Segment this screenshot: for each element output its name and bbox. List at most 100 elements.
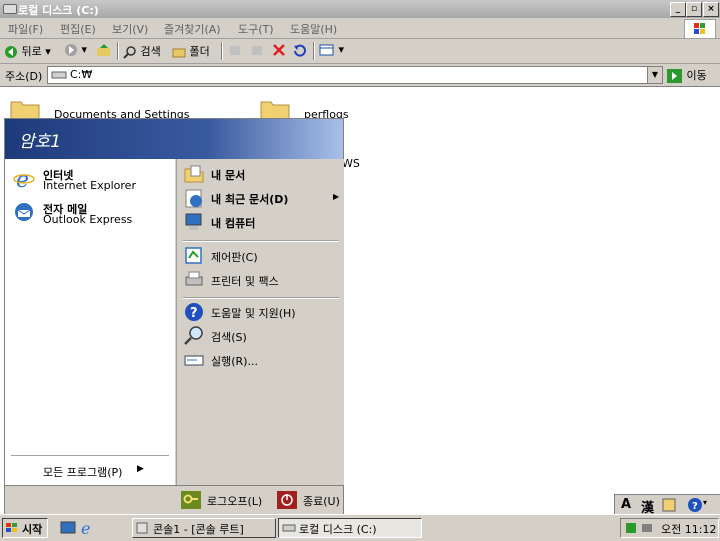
restore-button[interactable]: ▫ [686, 2, 702, 17]
toolbar: 뒤로 ▾ ▾ 검색 폴더 ▾ [0, 39, 720, 64]
up-folder-icon [97, 44, 110, 56]
search-button[interactable]: 검색 [123, 43, 161, 59]
show-desktop-icon[interactable] [60, 520, 76, 536]
start-menu-header: 암호1 [5, 119, 343, 159]
search-icon [184, 326, 203, 345]
search-label: 검색(S) [211, 331, 247, 344]
help-and-support-label: 도움말 및 지원(H) [211, 307, 296, 320]
drive-icon [282, 524, 296, 532]
address-label: 주소(D) [5, 70, 43, 83]
start-label: 시작 [22, 523, 43, 536]
task-local-disk[interactable]: 로컬 디스크 (C:) [278, 518, 422, 538]
forward-arrow-icon [65, 44, 77, 56]
language-bar-options-icon[interactable]: ▾ [703, 498, 707, 507]
menu-favorites[interactable]: 즐겨찾기(A) [164, 21, 221, 37]
user-name: 암호1 [19, 132, 62, 152]
input-mode-a[interactable]: A [621, 497, 631, 512]
menu-view[interactable]: 보기(V) [112, 21, 148, 37]
search-icon [123, 46, 136, 59]
svg-text:?: ? [190, 306, 198, 321]
help-icon: ? [185, 303, 203, 321]
up-folder-button[interactable] [96, 43, 112, 57]
svg-text:e: e [81, 520, 90, 536]
go-button[interactable]: 이동 [667, 67, 707, 83]
my-documents-icon [184, 165, 204, 183]
menu-bar: 파일(F) 편집(E) 보기(V) 즐겨찾기(A) 도구(T) 도움말(H) [0, 18, 720, 39]
windows-flag-icon [6, 523, 17, 532]
power-icon [277, 491, 297, 509]
clock[interactable]: 오전 11:12 [661, 521, 716, 537]
address-bar: 주소(D) C:₩ ▼ 이동 [0, 64, 720, 87]
task-console[interactable]: 콘솔1 - [콘솔 루트] [132, 518, 276, 538]
shutdown-label: 종료(U) [303, 495, 340, 508]
console-icon [136, 522, 148, 534]
back-arrow-icon [5, 46, 17, 58]
folder-windows-partial[interactable]: WS [342, 157, 360, 170]
folder-icon[interactable] [10, 98, 40, 120]
pinned-internet-subtitle: Internet Explorer [43, 179, 136, 192]
title-bar: 로컬 디스크 (C:) _ ▫ × [0, 0, 720, 18]
language-bar: A 漢 ? ▾ [614, 494, 720, 516]
control-panel-label: 제어판(C) [211, 251, 258, 264]
start-menu-right-panel: 내 문서 내 최근 문서(D) ▶ 내 컴퓨터 제어판(C) 프린터 및 팩스 … [176, 159, 344, 485]
svg-text:?: ? [692, 501, 698, 512]
start-button[interactable]: 시작 [2, 518, 48, 538]
security-tray-icon[interactable] [624, 521, 638, 535]
folder-icon[interactable] [260, 98, 290, 120]
ime-pad-icon[interactable] [661, 497, 677, 513]
go-arrow-icon [667, 69, 682, 83]
ie-quicklaunch-icon[interactable]: e [80, 520, 96, 536]
drive-icon [51, 71, 67, 79]
folders-icon [172, 48, 186, 58]
windows-logo-icon [684, 19, 716, 39]
svg-text:e: e [16, 168, 29, 189]
task-local-disk-label: 로컬 디스크 (C:) [299, 523, 377, 536]
forward-button[interactable]: ▾ [64, 43, 87, 57]
run-icon [184, 355, 204, 366]
search-label: 검색 [140, 45, 161, 58]
taskbar: 시작 e 콘솔1 - [콘솔 루트] 로컬 디스크 (C:) 오전 11:12 [0, 514, 720, 541]
drive-icon [3, 4, 17, 14]
run-label: 실행(R)... [211, 355, 258, 368]
logoff-label: 로그오프(L) [207, 495, 263, 508]
task-console-label: 콘솔1 - [콘솔 루트] [153, 523, 244, 536]
folders-label: 폴더 [189, 45, 210, 58]
help-icon[interactable]: ? [687, 497, 703, 513]
pinned-email-subtitle: Outlook Express [43, 213, 133, 226]
recent-documents-icon [185, 189, 202, 208]
views-icon [319, 44, 334, 56]
start-menu: 암호1 e 인터넷 Internet Explorer 전자 메일 Outloo… [4, 118, 344, 514]
window-title: 로컬 디스크 (C:) [18, 4, 99, 17]
menu-tools[interactable]: 도구(T) [238, 21, 274, 37]
menu-help[interactable]: 도움말(H) [290, 21, 337, 37]
outlook-express-icon [15, 203, 33, 221]
address-input[interactable]: C:₩ ▼ [47, 66, 663, 84]
views-button[interactable]: ▾ [319, 43, 344, 57]
close-button[interactable]: × [703, 2, 719, 17]
go-label: 이동 [686, 69, 707, 82]
my-computer-icon [185, 213, 202, 230]
menu-file[interactable]: 파일(F) [8, 21, 43, 37]
menu-edit[interactable]: 편집(E) [60, 21, 96, 37]
start-menu-bottom: 로그오프(L) 종료(U) [5, 485, 343, 514]
copy-to-icon[interactable] [250, 43, 264, 57]
move-to-icon[interactable] [228, 43, 242, 57]
key-icon [181, 491, 201, 509]
delete-icon[interactable] [272, 43, 286, 57]
network-tray-icon[interactable] [640, 521, 654, 535]
folders-button[interactable]: 폴더 [172, 43, 210, 59]
address-dropdown-button[interactable]: ▼ [647, 67, 662, 83]
printer-icon [185, 271, 203, 286]
arrow-right-icon: ▶ [333, 192, 340, 201]
system-tray: 오전 11:12 [620, 518, 719, 538]
back-label: 뒤로 [21, 45, 42, 58]
start-menu-left-panel: e 인터넷 Internet Explorer 전자 메일 Outlook Ex… [5, 159, 175, 485]
my-documents-label: 내 문서 [211, 169, 246, 182]
undo-icon[interactable] [292, 43, 306, 57]
printers-and-faxes-label: 프린터 및 팩스 [211, 275, 279, 288]
back-button[interactable]: 뒤로 ▾ [4, 43, 51, 59]
control-panel-icon [185, 247, 202, 264]
ie-icon: e [13, 168, 35, 189]
minimize-button[interactable]: _ [670, 2, 686, 17]
all-programs-label: 모든 프로그램(P) [43, 466, 123, 479]
